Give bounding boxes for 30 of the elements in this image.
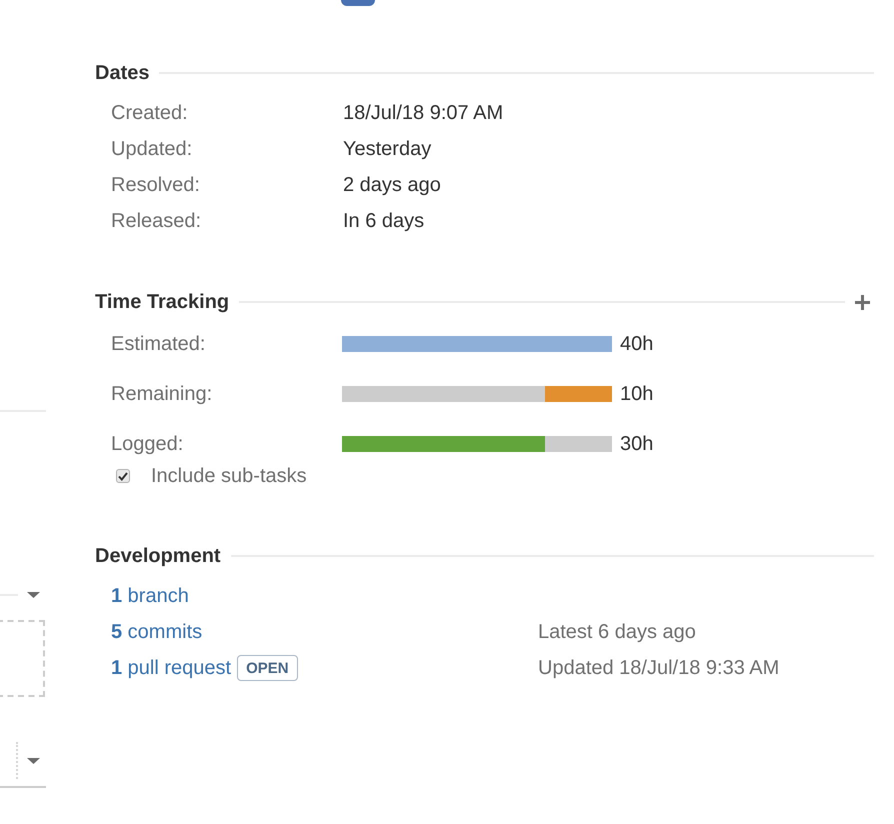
field-label: Created: xyxy=(111,102,188,124)
development-link[interactable]: 1 pull request xyxy=(111,656,232,680)
field-label: Released: xyxy=(111,210,202,232)
add-icon[interactable] xyxy=(855,294,870,310)
time-value: 30h xyxy=(620,432,654,456)
field-label: Resolved: xyxy=(111,174,200,196)
section-heading: Time Tracking xyxy=(95,290,230,314)
field-label: Remaining: xyxy=(111,382,212,406)
caret-icon[interactable] xyxy=(27,592,40,598)
badge-icon xyxy=(341,0,375,6)
detail-text: Latest 6 days ago xyxy=(538,620,696,644)
caret-icon[interactable] xyxy=(27,758,40,764)
section-heading: Dates xyxy=(95,62,150,84)
field-value: Yesterday xyxy=(343,138,432,160)
field-value: 18/Jul/18 9:07 AM xyxy=(343,102,504,124)
checkmark-icon xyxy=(118,472,128,480)
status-lozenge: OPEN xyxy=(237,655,298,681)
checkbox-label[interactable]: Include sub-tasks xyxy=(151,464,307,488)
checkbox[interactable] xyxy=(116,469,130,483)
development-link[interactable]: 1 branch xyxy=(111,584,189,608)
time-value: 40h xyxy=(620,332,654,356)
field-label: Updated: xyxy=(111,138,192,160)
field-label: Estimated: xyxy=(111,332,206,356)
field-value: In 6 days xyxy=(343,210,424,232)
time-value: 10h xyxy=(620,382,654,406)
field-value: 2 days ago xyxy=(343,174,441,196)
detail-text: Updated 18/Jul/18 9:33 AM xyxy=(538,656,780,680)
development-link[interactable]: 5 commits xyxy=(111,620,202,644)
section-heading: Development xyxy=(95,544,221,568)
field-label: Logged: xyxy=(111,432,184,456)
